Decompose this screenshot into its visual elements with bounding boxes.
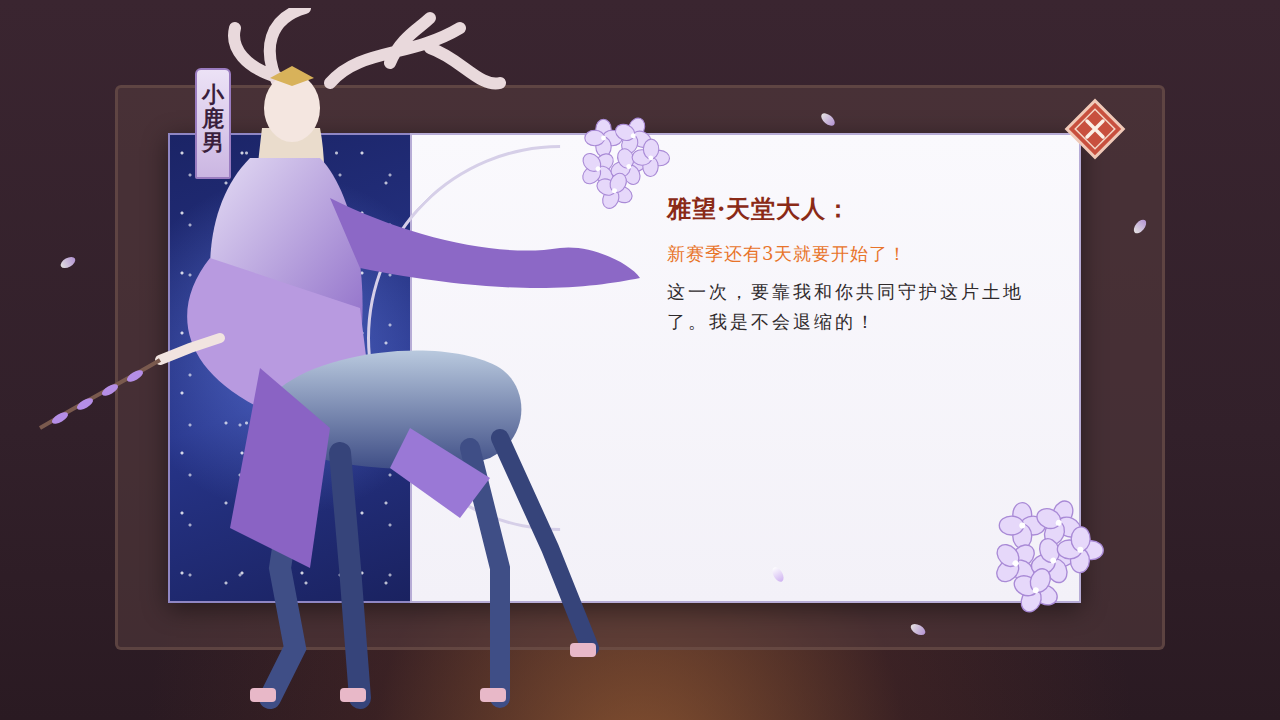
deer-spirit-character-icon — [30, 8, 650, 713]
name-tab: 小鹿男 — [195, 68, 231, 179]
close-icon — [1062, 96, 1128, 162]
dialog-paper: 雅望·天堂大人： 新赛季还有3天就要开始了！ 这一次，要靠我和你共同守护这片土地了。… — [410, 133, 1081, 603]
name-label: 小鹿男 — [202, 82, 224, 155]
dialog-card: 雅望·天堂大人： 新赛季还有3天就要开始了！ 这一次，要靠我和你共同守护这片土地了。… — [168, 133, 1081, 603]
flower-decoration — [565, 105, 675, 215]
hydrangea-icon — [975, 485, 1110, 620]
close-button[interactable] — [1062, 96, 1128, 162]
petal — [59, 255, 77, 271]
hydrangea-icon — [565, 105, 675, 215]
flower-decoration — [975, 485, 1110, 620]
dialog-message: 这一次，要靠我和你共同守护这片土地了。我是不会退缩的！ — [667, 277, 1059, 337]
speaker-name: 雅望·天堂大人： — [667, 193, 1059, 231]
game-screen: 雅望·天堂大人： 新赛季还有3天就要开始了！ 这一次，要靠我和你共同守护这片土地了。… — [0, 0, 1280, 720]
highlight-line: 新赛季还有3天就要开始了！ — [667, 239, 1059, 269]
character-illustration — [30, 8, 650, 713]
